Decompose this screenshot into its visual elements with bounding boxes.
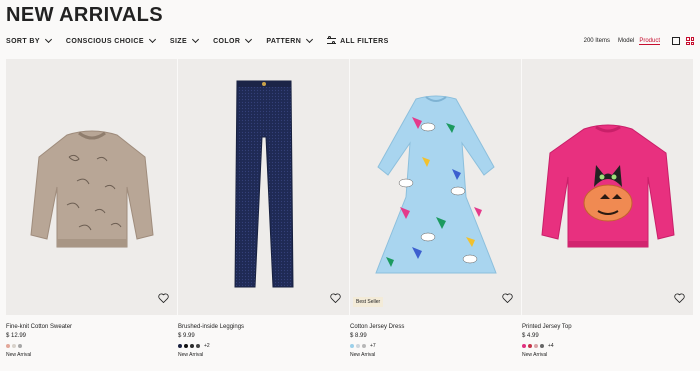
color-swatch[interactable] <box>184 344 188 348</box>
new-arrival-tag: New Arrival <box>6 352 32 358</box>
color-swatches: +2 <box>178 343 349 349</box>
color-swatches: +4 <box>522 343 693 349</box>
product-card[interactable]: Printed Jersey Top $ 4.99 +4 New Arrival <box>522 59 693 358</box>
color-filter[interactable]: COLOR <box>213 35 253 45</box>
pattern-label: PATTERN <box>266 37 302 45</box>
color-swatch[interactable] <box>540 344 544 348</box>
product-image[interactable] <box>522 59 693 315</box>
product-card[interactable]: Best Seller Cotton Jersey Dress $ 8.99 +… <box>350 59 521 358</box>
all-filters-label: ALL FILTERS <box>340 37 389 45</box>
model-toggle[interactable]: Model <box>618 38 634 44</box>
color-swatch[interactable] <box>356 344 360 348</box>
color-swatch[interactable] <box>196 344 200 348</box>
product-price: $ 8.99 <box>350 333 367 339</box>
favorite-heart-icon[interactable] <box>330 290 341 308</box>
color-swatches <box>6 343 177 349</box>
more-colors-count[interactable]: +4 <box>548 343 554 349</box>
chevron-down-icon <box>306 35 314 44</box>
product-image[interactable]: Best Seller <box>350 59 521 315</box>
color-swatch[interactable] <box>18 344 22 348</box>
more-colors-count[interactable]: +7 <box>370 343 376 349</box>
best-seller-badge: Best Seller <box>353 297 384 307</box>
sweater-image <box>29 130 154 248</box>
new-arrival-tag: New Arrival <box>350 352 376 358</box>
product-card[interactable]: Brushed-inside Leggings $ 9.99 +2 New Ar… <box>178 59 349 358</box>
product-name[interactable]: Printed Jersey Top <box>522 324 693 332</box>
color-swatch[interactable] <box>190 344 194 348</box>
favorite-heart-icon[interactable] <box>674 290 685 308</box>
product-card[interactable]: Fine-knit Cotton Sweater $ 12.99 New Arr… <box>6 59 177 358</box>
chevron-down-icon <box>192 35 200 44</box>
all-filters-button[interactable]: ALL FILTERS <box>327 36 389 45</box>
product-info: Brushed-inside Leggings $ 9.99 +2 New Ar… <box>178 315 349 358</box>
top-image <box>540 124 675 248</box>
color-swatch[interactable] <box>522 344 526 348</box>
color-swatch[interactable] <box>350 344 354 348</box>
product-info: Fine-knit Cotton Sweater $ 12.99 New Arr… <box>6 315 177 358</box>
grid-view-icon[interactable] <box>686 37 694 45</box>
product-price: $ 4.99 <box>522 333 539 339</box>
favorite-heart-icon[interactable] <box>158 290 169 308</box>
color-swatch[interactable] <box>362 344 366 348</box>
product-price: $ 12.99 <box>6 333 27 339</box>
conscious-choice-label: CONSCIOUS CHOICE <box>65 37 144 45</box>
product-toggle[interactable]: Product <box>639 38 660 45</box>
single-view-icon[interactable] <box>672 37 680 45</box>
items-count: 200 Items <box>583 38 610 44</box>
new-arrival-tag: New Arrival <box>522 352 548 358</box>
product-info: Printed Jersey Top $ 4.99 +4 New Arrival <box>522 315 693 358</box>
page-title: NEW ARRIVALS <box>6 4 164 26</box>
favorite-heart-icon[interactable] <box>502 290 513 308</box>
color-swatch[interactable] <box>534 344 538 348</box>
pattern-filter[interactable]: PATTERN <box>266 35 314 45</box>
product-name[interactable]: Brushed-inside Leggings <box>178 324 349 332</box>
size-filter[interactable]: SIZE <box>169 35 200 45</box>
product-grid: Fine-knit Cotton Sweater $ 12.99 New Arr… <box>6 59 694 358</box>
color-swatch[interactable] <box>6 344 10 348</box>
view-tools: 200 Items Model Product <box>584 37 694 45</box>
dress-image <box>374 95 497 274</box>
sort-by-label: SORT BY <box>6 37 40 45</box>
color-swatch[interactable] <box>12 344 16 348</box>
new-arrival-tag: New Arrival <box>178 352 204 358</box>
size-label: SIZE <box>169 37 188 45</box>
color-label: COLOR <box>213 37 241 45</box>
filter-bar: SORT BY CONSCIOUS CHOICE SIZE COLOR PATT… <box>6 34 694 48</box>
product-name[interactable]: Cotton Jersey Dress <box>350 324 521 332</box>
product-image[interactable] <box>6 59 177 315</box>
product-image[interactable] <box>178 59 349 315</box>
product-info: Cotton Jersey Dress $ 8.99 +7 New Arriva… <box>350 315 521 358</box>
color-swatches: +7 <box>350 343 521 349</box>
filter-sliders-icon <box>327 36 337 45</box>
chevron-down-icon <box>44 35 52 44</box>
more-colors-count[interactable]: +2 <box>204 343 210 349</box>
conscious-choice-filter[interactable]: CONSCIOUS CHOICE <box>65 35 156 45</box>
product-name[interactable]: Fine-knit Cotton Sweater <box>6 324 177 332</box>
color-swatch[interactable] <box>528 344 532 348</box>
color-swatch[interactable] <box>178 344 182 348</box>
chevron-down-icon <box>245 35 253 44</box>
sort-by-filter[interactable]: SORT BY <box>6 35 52 45</box>
chevron-down-icon <box>148 35 156 44</box>
leggings-image <box>233 80 294 288</box>
product-price: $ 9.99 <box>178 333 195 339</box>
